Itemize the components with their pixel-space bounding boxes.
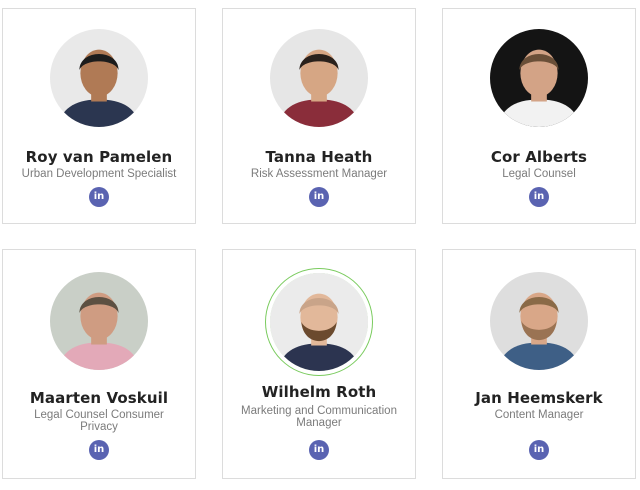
member-name: Roy van Pamelen bbox=[25, 148, 173, 166]
member-role: Marketing and Communication Manager bbox=[241, 405, 397, 429]
linkedin-icon[interactable]: in bbox=[529, 440, 549, 460]
member-role: Content Manager bbox=[494, 409, 584, 421]
avatar bbox=[50, 272, 148, 370]
team-card: Roy van Pamelen Urban Development Specia… bbox=[2, 8, 196, 224]
avatar bbox=[270, 29, 368, 127]
team-card: Maarten Voskuil Legal Counsel Consumer P… bbox=[2, 249, 196, 479]
avatar bbox=[490, 29, 588, 127]
member-role: Urban Development Specialist bbox=[21, 168, 177, 180]
member-role: Legal Counsel bbox=[502, 168, 576, 180]
linkedin-icon[interactable]: in bbox=[309, 187, 329, 207]
team-card: Jan Heemskerk Content Manager in bbox=[442, 249, 636, 479]
team-card: Wilhelm Roth Marketing and Communication… bbox=[222, 249, 416, 479]
portrait-3 bbox=[50, 272, 148, 370]
member-name: Maarten Voskuil bbox=[29, 389, 169, 407]
portrait-5 bbox=[490, 272, 588, 370]
member-role: Risk Assessment Manager bbox=[250, 168, 388, 180]
member-name: Tanna Heath bbox=[265, 148, 373, 166]
portrait-4 bbox=[270, 273, 368, 371]
avatar bbox=[50, 29, 148, 127]
portrait-2 bbox=[490, 29, 588, 127]
linkedin-icon[interactable]: in bbox=[89, 440, 109, 460]
member-name: Cor Alberts bbox=[490, 148, 588, 166]
avatar bbox=[270, 273, 368, 371]
team-card: Cor Alberts Legal Counsel in bbox=[442, 8, 636, 224]
avatar bbox=[490, 272, 588, 370]
portrait-1 bbox=[270, 29, 368, 127]
team-card: Tanna Heath Risk Assessment Manager in bbox=[222, 8, 416, 224]
linkedin-icon[interactable]: in bbox=[529, 187, 549, 207]
linkedin-icon[interactable]: in bbox=[309, 440, 329, 460]
member-role: Legal Counsel Consumer Privacy bbox=[34, 409, 164, 433]
member-name: Wilhelm Roth bbox=[261, 383, 377, 401]
linkedin-icon[interactable]: in bbox=[89, 187, 109, 207]
member-name: Jan Heemskerk bbox=[475, 389, 603, 407]
portrait-0 bbox=[50, 29, 148, 127]
